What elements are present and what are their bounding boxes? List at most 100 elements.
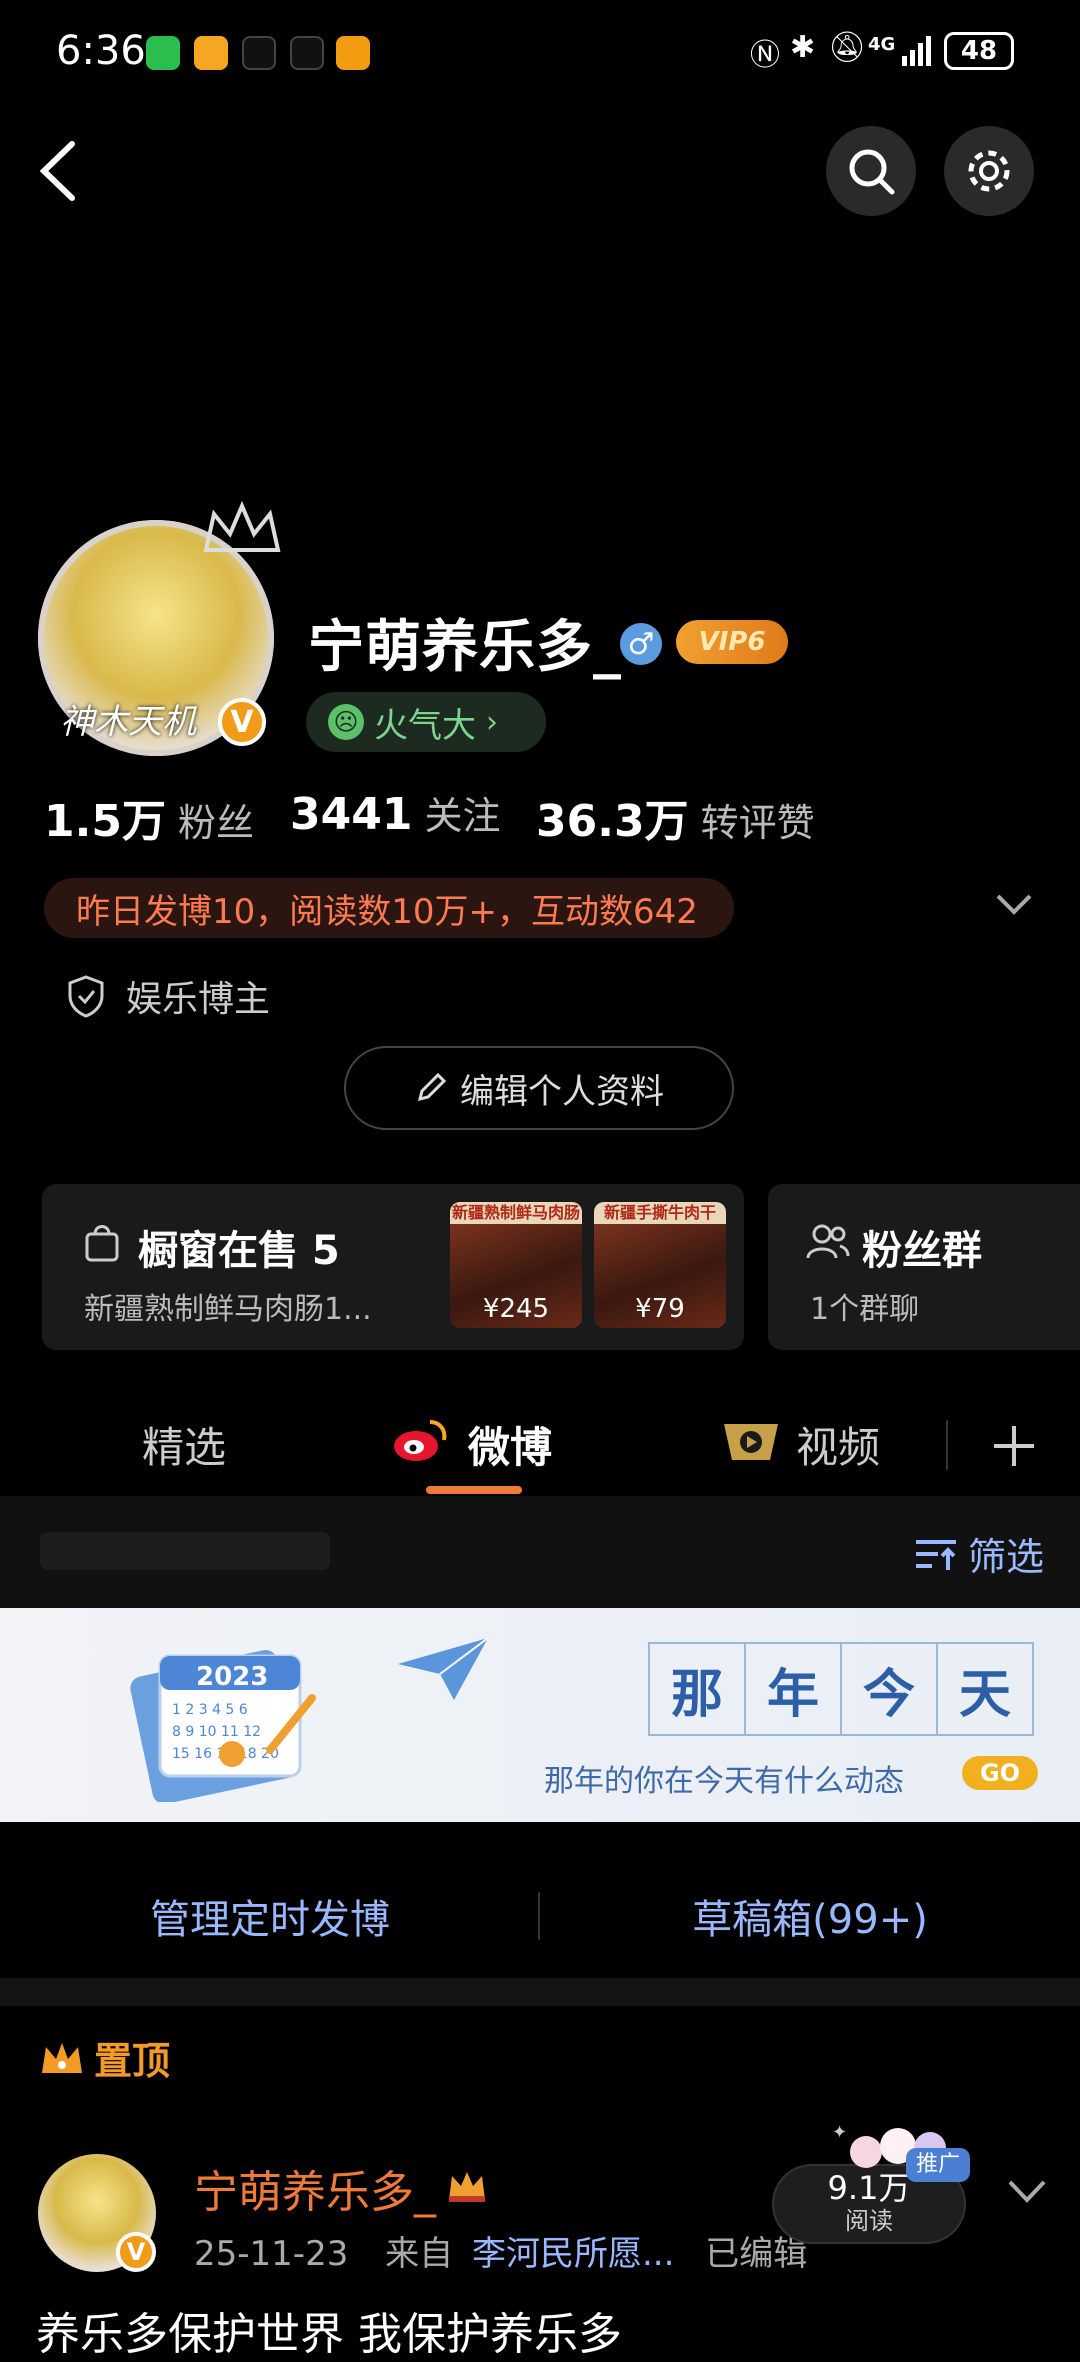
product-price: ¥79 (635, 1294, 685, 1324)
product-thumbnail[interactable]: 新疆熟制鲜马肉肠 ¥245 (450, 1202, 582, 1328)
post-meta: 25-11-23 来自 李河民所愿... 已编辑 (194, 2226, 807, 2275)
filter-sort-icon (916, 1539, 956, 1570)
tab-divider (946, 1420, 948, 1470)
app-notification-icon (336, 36, 370, 70)
shield-icon (68, 975, 104, 1018)
following-count: 3441 (290, 789, 413, 840)
vip-badge[interactable]: VIP6 (676, 620, 788, 664)
add-tab-button[interactable] (990, 1422, 1038, 1474)
followers-label: 粉丝 (177, 801, 254, 845)
post-source[interactable]: 李河民所愿... (472, 2234, 674, 2274)
angry-face-icon: ☹ (328, 704, 364, 740)
pencil-icon (417, 1072, 447, 1102)
calendar-year: 2023 (196, 1662, 269, 1692)
title-char: 今 (842, 1642, 938, 1736)
filter-bar: 筛选 (0, 1496, 1080, 1608)
title-char: 那 (648, 1642, 746, 1736)
calendar-illustration-icon: 1 2 3 4 5 68 9 10 11 1215 16 17 18 20 (130, 1650, 316, 1802)
expand-chevron-icon[interactable] (994, 888, 1034, 922)
group-icon (806, 1222, 850, 1266)
video-icon (720, 1420, 782, 1464)
promo-badge[interactable]: 推广 (906, 2148, 970, 2182)
role-row: 娱乐博主 (66, 970, 270, 1022)
tab-weibo[interactable]: 微博 (468, 1414, 552, 1475)
edit-profile-label: 编辑个人资料 (460, 1071, 664, 1112)
pinned-label-row: 置顶 (40, 2030, 170, 2085)
tiktok-lite-icon (290, 36, 324, 70)
settings-button[interactable] (944, 126, 1034, 216)
member-crown-icon (446, 2166, 488, 2210)
on-this-day-banner[interactable]: 1 2 3 4 5 68 9 10 11 1215 16 17 18 20 20… (0, 1608, 1080, 1822)
filter-button[interactable]: 筛选 (914, 1526, 1044, 1581)
verified-badge-icon: V (116, 2232, 156, 2272)
active-tab-indicator (426, 1486, 522, 1494)
shop-title: 橱窗在售 5 (138, 1228, 340, 1274)
verified-badge-icon: V (218, 698, 266, 746)
reads-label: 阅读 (845, 2207, 893, 2235)
followers-count: 1.5万 (44, 796, 166, 847)
shop-subtitle: 新疆熟制鲜马肉肠1... (84, 1292, 372, 1327)
followers-stat[interactable]: 1.5万 粉丝 (44, 785, 254, 849)
mood-label: 火气大 (374, 705, 476, 746)
paper-plane-icon (398, 1637, 489, 1700)
svg-text:8 9 10 11 12: 8 9 10 11 12 (172, 1724, 261, 1740)
weibo-logo-icon (392, 1416, 448, 1464)
status-time: 6:36 (56, 28, 146, 74)
banner-subtitle: 那年的你在今天有什么动态 (544, 1764, 904, 1799)
svg-text:1 2 3 4 5 6: 1 2 3 4 5 6 (172, 1702, 248, 1718)
engagement-stat[interactable]: 36.3万 转评赞 (536, 785, 815, 849)
on-this-day-title: 那 年 今 天 (648, 1642, 1034, 1736)
mood-tag[interactable]: ☹ 火气大 › (306, 692, 546, 752)
edit-profile-button[interactable]: 编辑个人资料 (344, 1046, 734, 1130)
wechat-icon (146, 36, 180, 70)
male-gender-icon: ♂ (620, 623, 662, 665)
section-separator (0, 1978, 1080, 2006)
role-label: 娱乐博主 (126, 979, 271, 1020)
search-icon (849, 149, 895, 195)
daily-summary-banner[interactable]: 昨日发博10，阅读数10万+，互动数642 (44, 878, 734, 938)
nfc-icon: Ⓝ (750, 38, 780, 73)
bluetooth-icon: ✱ (790, 30, 816, 65)
battery-indicator: 48 (944, 32, 1014, 70)
title-char: 天 (938, 1642, 1034, 1736)
gear-icon (968, 150, 1010, 192)
post-body-text: 养乐多保护世界 我保护养乐多 (36, 2309, 622, 2360)
crown-decoration-icon (200, 500, 284, 560)
post-menu-chevron-icon[interactable] (1006, 2176, 1048, 2210)
engagement-label: 转评赞 (700, 801, 815, 845)
post-date: 25-11-23 (194, 2234, 349, 2274)
scheduled-posts-button[interactable]: 管理定时发博 (0, 1856, 540, 1976)
chevron-right-icon: › (486, 704, 498, 740)
product-tag: 新疆熟制鲜马肉肠 (450, 1202, 582, 1224)
chevron-left-icon (39, 141, 75, 201)
tab-featured[interactable]: 精选 (142, 1414, 226, 1475)
product-price: ¥245 (482, 1294, 550, 1324)
shopping-bag-icon (84, 1222, 120, 1266)
back-button[interactable] (34, 136, 84, 206)
profile-tabs: 精选 微博 视频 (0, 1390, 1080, 1500)
profile-username: 宁萌养乐多_ (308, 615, 622, 680)
avatar-caption: 神木天机 (60, 702, 196, 742)
weibo-app-icon (194, 36, 228, 70)
svg-text:✦: ✦ (832, 2122, 847, 2143)
go-button[interactable]: GO (962, 1756, 1038, 1790)
engagement-count: 36.3万 (536, 796, 689, 847)
signal-icon (900, 34, 934, 68)
search-button[interactable] (826, 126, 916, 216)
filter-label: 筛选 (968, 1535, 1045, 1579)
plus-icon (994, 1426, 1034, 1466)
post-source-prefix: 来自 (385, 2234, 454, 2274)
product-thumbnail[interactable]: 新疆手撕牛肉干 ¥79 (594, 1202, 726, 1328)
fans-group-title: 粉丝群 (862, 1228, 982, 1274)
title-char: 年 (746, 1642, 842, 1736)
drafts-button[interactable]: 草稿箱(99+) (540, 1856, 1080, 1976)
product-tag: 新疆手撕牛肉干 (594, 1202, 726, 1224)
network-type: 4G (868, 34, 896, 55)
post-author-name[interactable]: 宁萌养乐多_ (194, 2156, 436, 2220)
tiktok-icon (242, 36, 276, 70)
post-actions-bar: 管理定时发博 草稿箱(99+) (0, 1856, 1080, 1976)
following-label: 关注 (424, 794, 501, 838)
fans-group-subtitle: 1个群聊 (810, 1292, 920, 1327)
tab-video[interactable]: 视频 (796, 1414, 880, 1475)
following-stat[interactable]: 3441 关注 (290, 785, 500, 840)
